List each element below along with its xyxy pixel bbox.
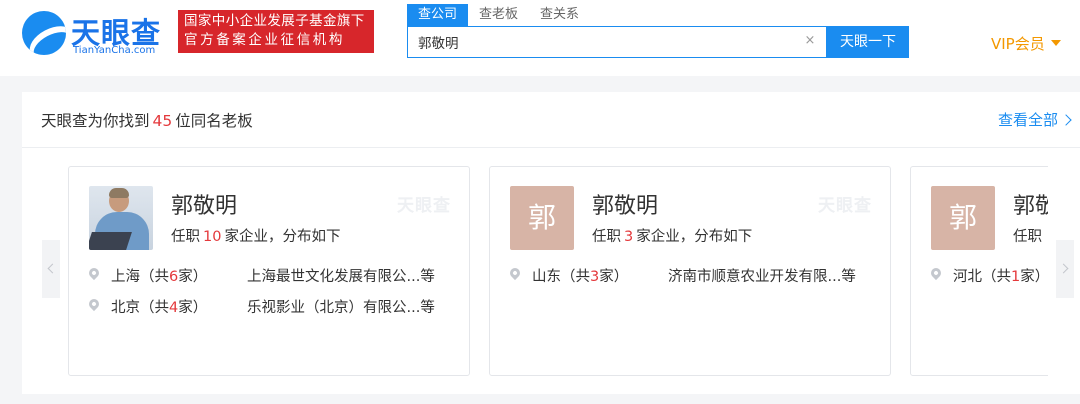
badge-line-1: 国家中小企业发展子基金旗下 [184, 13, 365, 29]
boss-card[interactable]: 郭 郭敬 任职 河北（共1家） [910, 166, 1048, 376]
badge-line-2: 官方备案企业征信机构 [184, 32, 345, 48]
view-all-label: 查看全部 [997, 111, 1058, 129]
region-suffix: 家） [178, 300, 208, 316]
close-icon[interactable]: × [802, 33, 818, 49]
vip-member-menu[interactable]: VIP会员 [991, 33, 1061, 54]
region-count: 3 [590, 269, 600, 285]
avatar: 郭 [931, 186, 995, 250]
summary-suffix: 家企业，分布如下 [224, 229, 341, 245]
position-summary: 任职 3 家企业，分布如下 [592, 225, 752, 246]
watermark: 天眼查 [397, 196, 451, 216]
map-pin-icon [86, 265, 102, 281]
result-count: 45 [152, 112, 173, 130]
company-name[interactable]: 济南市顺意农业开发有限...等 [668, 265, 872, 286]
result-prefix: 天眼查为你找到 [41, 112, 150, 130]
region-prefix: 山东（共 [532, 269, 590, 285]
company-name[interactable]: 乐视影业（北京）有限公...等 [247, 296, 451, 317]
region-label: 河北（共1家） [953, 265, 1048, 286]
search-type-tabs: 查公司 查老板 查关系 [407, 4, 590, 26]
result-count-title: 天眼查为你找到 45 位同名老板 [41, 109, 253, 131]
search-box: × [407, 26, 827, 58]
location-row: 山东（共3家） 济南市顺意农业开发有限...等 [507, 265, 874, 286]
view-all-link[interactable]: 查看全部 [997, 109, 1072, 130]
region-count: 6 [169, 269, 179, 285]
tab-boss[interactable]: 查老板 [468, 4, 529, 26]
chevron-left-icon [47, 263, 58, 274]
boss-name[interactable]: 郭敬明 [171, 188, 237, 220]
tab-relation[interactable]: 查关系 [529, 4, 590, 26]
summary-suffix: 家企业，分布如下 [636, 229, 753, 245]
map-pin-icon [86, 296, 102, 312]
location-row: 北京（共4家） 乐视影业（北京）有限公...等 [86, 296, 453, 317]
boss-carousel: 郭敬明 天眼查 任职 10 家企业，分布如下 上海（共6家） 上海最世文化发展有限公… [22, 148, 1080, 394]
region-label: 上海（共6家） [111, 265, 207, 286]
region-prefix: 河北（共 [953, 269, 1011, 285]
company-count: 3 [624, 229, 634, 245]
tianyancha-logo[interactable]: 天眼查 TianYanCha.com [22, 9, 172, 56]
boss-result-panel: 天眼查为你找到 45 位同名老板 查看全部 郭敬明 天眼查 任职 10 家企业，分布如下… [22, 92, 1080, 394]
search-button[interactable]: 天眼一下 [827, 26, 909, 58]
region-suffix: 家） [1020, 269, 1048, 285]
summary-prefix: 任职 [1013, 229, 1042, 245]
top-header: 天眼查 TianYanCha.com 国家中小企业发展子基金旗下 官方备案企业征… [0, 0, 1080, 76]
company-name[interactable]: 上海最世文化发展有限公...等 [247, 265, 451, 286]
watermark: 天眼查 [818, 196, 872, 216]
summary-prefix: 任职 [592, 229, 621, 245]
carousel-next-button[interactable] [1056, 240, 1074, 298]
eye-swoosh-icon [22, 11, 66, 55]
company-count: 10 [203, 229, 222, 245]
region-prefix: 上海（共 [111, 269, 169, 285]
region-count: 1 [1011, 269, 1021, 285]
caret-down-icon [1050, 39, 1061, 46]
boss-name[interactable]: 郭敬明 [592, 188, 658, 220]
region-suffix: 家） [178, 269, 208, 285]
boss-card[interactable]: 郭敬明 天眼查 任职 10 家企业，分布如下 上海（共6家） 上海最世文化发展有限公… [68, 166, 470, 376]
boss-name[interactable]: 郭敬 [1013, 188, 1048, 220]
region-count: 4 [169, 300, 179, 316]
region-suffix: 家） [599, 269, 629, 285]
position-summary: 任职 10 家企业，分布如下 [171, 225, 340, 246]
region-prefix: 北京（共 [111, 300, 169, 316]
chevron-right-icon [1058, 263, 1069, 274]
region-label: 北京（共4家） [111, 296, 207, 317]
vip-label: VIP会员 [991, 35, 1045, 53]
summary-prefix: 任职 [171, 229, 200, 245]
certification-badge: 国家中小企业发展子基金旗下 官方备案企业征信机构 [178, 10, 374, 53]
panel-header: 天眼查为你找到 45 位同名老板 查看全部 [22, 92, 1080, 148]
region-label: 山东（共3家） [532, 265, 628, 286]
map-pin-icon [507, 265, 523, 281]
result-suffix: 位同名老板 [175, 112, 253, 130]
location-row: 上海（共6家） 上海最世文化发展有限公...等 [86, 265, 453, 286]
logo-subtitle: TianYanCha.com [73, 45, 156, 56]
boss-card[interactable]: 郭 郭敬明 天眼查 任职 3 家企业，分布如下 山东（共3家） 济南市顺意农业开发有… [489, 166, 891, 376]
avatar: 郭 [510, 186, 574, 250]
search-input[interactable] [408, 27, 798, 57]
carousel-prev-button[interactable] [42, 240, 60, 298]
tab-company[interactable]: 查公司 [407, 4, 469, 26]
cards-viewport: 郭敬明 天眼查 任职 10 家企业，分布如下 上海（共6家） 上海最世文化发展有限公… [68, 148, 1048, 394]
position-summary: 任职 [1013, 225, 1042, 246]
location-row: 河北（共1家） [928, 265, 1048, 286]
avatar [89, 186, 153, 250]
map-pin-icon [928, 265, 944, 281]
chevron-right-icon [1060, 114, 1072, 126]
